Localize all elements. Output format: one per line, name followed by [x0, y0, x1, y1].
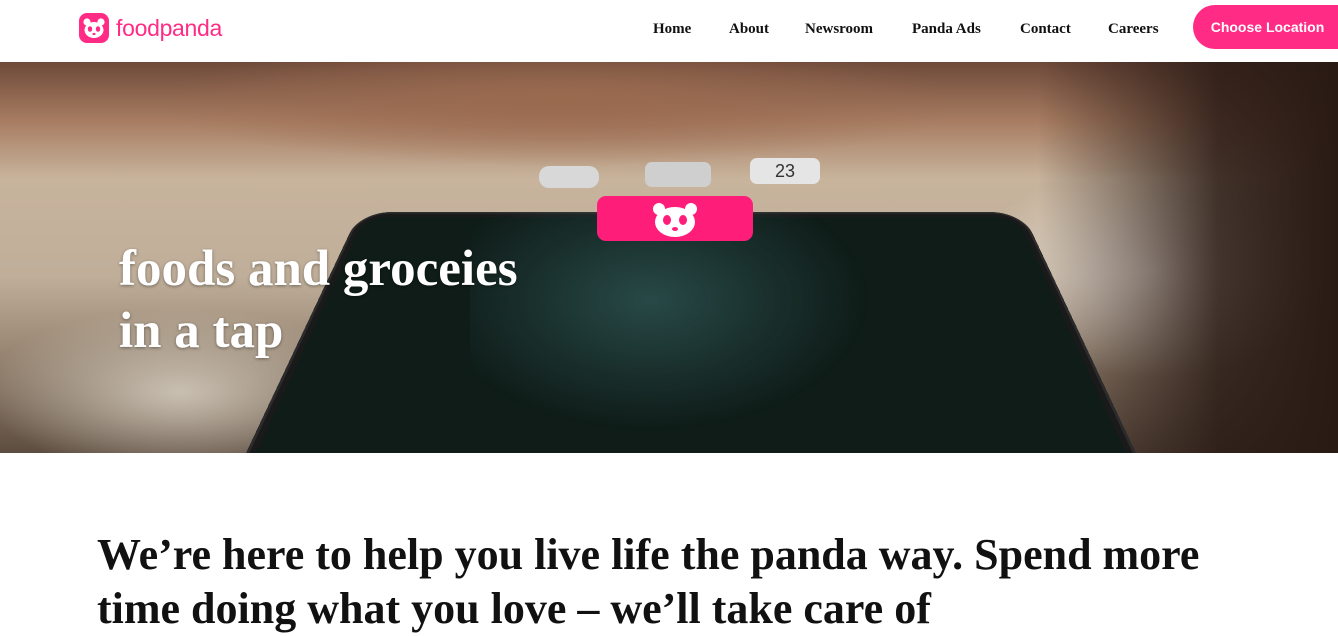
hero-title-line-1: foods and groceies: [119, 241, 518, 297]
phone-screen-glow: [470, 212, 870, 432]
hero-title: foods and groceies in a tap: [119, 238, 518, 362]
nav-item-careers[interactable]: Careers: [1108, 19, 1159, 39]
main-nav: Home About Newsroom Panda Ads Contact Ca…: [0, 19, 1338, 39]
calendar-app-icon: 23: [750, 158, 820, 184]
choose-location-button[interactable]: Choose Location: [1193, 5, 1338, 49]
nav-item-newsroom[interactable]: Newsroom: [805, 19, 873, 39]
nav-item-home[interactable]: Home: [653, 19, 691, 39]
hero-banner: 23 foods and groceies in a tap: [0, 62, 1338, 453]
intro-text: We’re here to help you live life the pan…: [97, 530, 1200, 633]
nav-item-about[interactable]: About: [729, 19, 769, 39]
foodpanda-app-icon: [597, 196, 753, 241]
nav-item-contact[interactable]: Contact: [1020, 19, 1071, 39]
hero-title-line-2: in a tap: [119, 303, 284, 359]
nav-item-panda-ads[interactable]: Panda Ads: [912, 19, 981, 39]
clock-app-icon: [539, 166, 599, 188]
site-header: foodpanda Home About Newsroom Panda Ads …: [0, 0, 1338, 62]
camera-app-icon: [645, 162, 711, 187]
